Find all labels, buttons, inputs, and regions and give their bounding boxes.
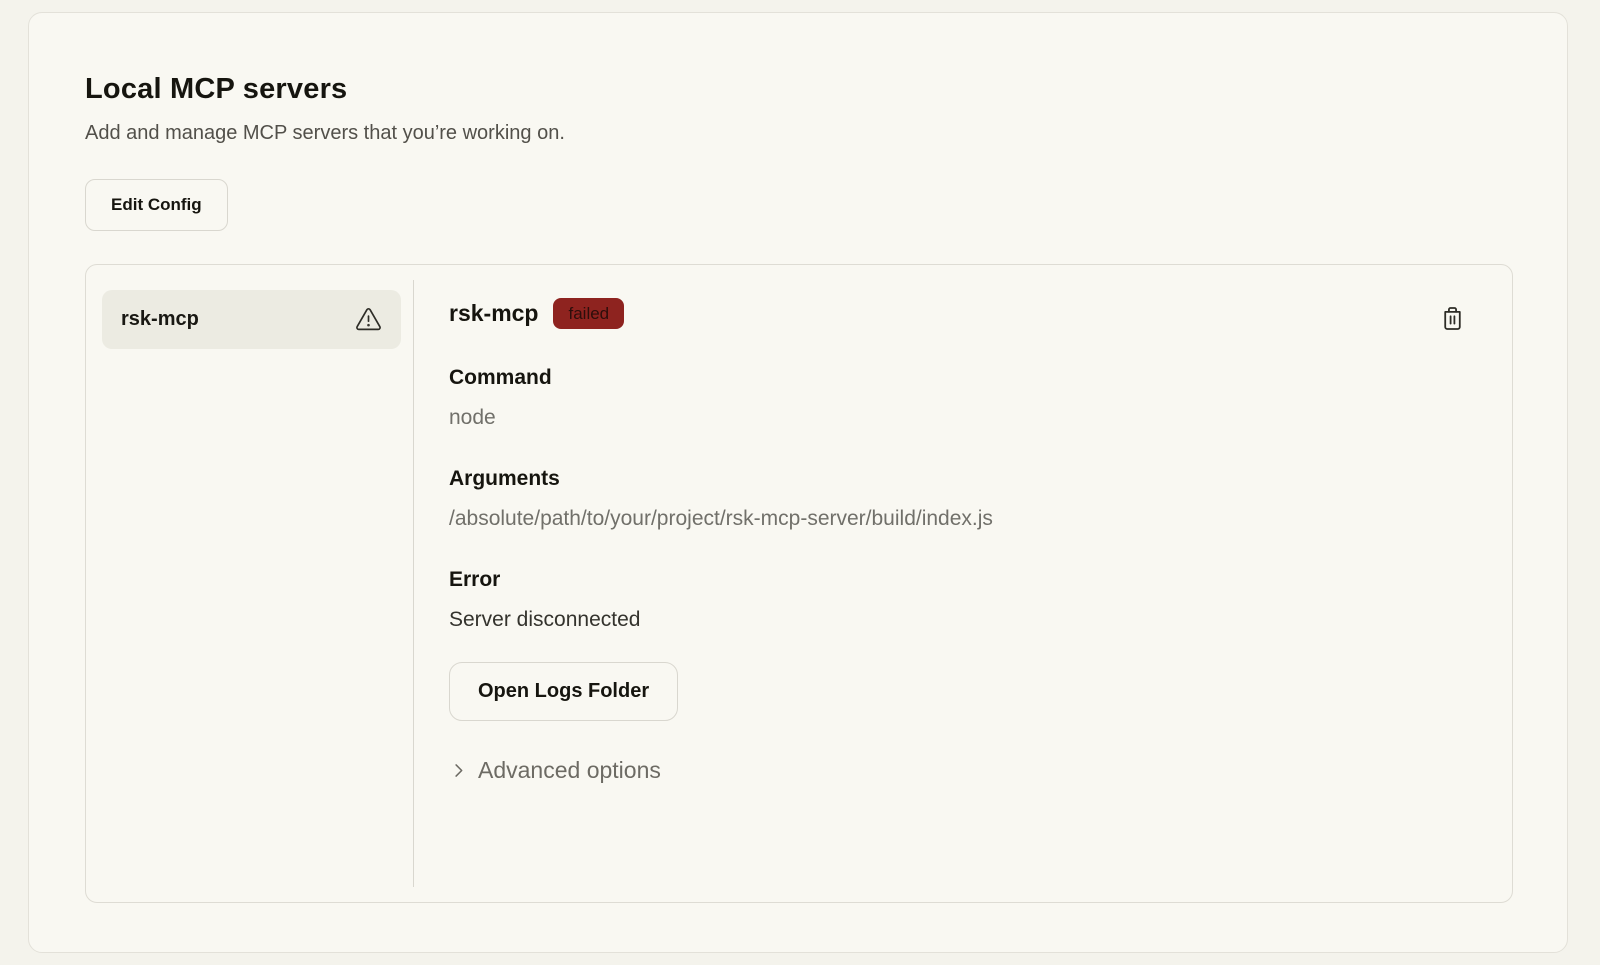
server-list-item-rsk-mcp[interactable]: rsk-mcp (102, 290, 401, 349)
field-value: /absolute/path/to/your/project/rsk-mcp-s… (449, 507, 1468, 531)
delete-server-button[interactable] (1437, 302, 1468, 334)
advanced-options-label: Advanced options (478, 757, 661, 784)
field-error: Error Server disconnected (449, 568, 1468, 632)
edit-config-button[interactable]: Edit Config (85, 179, 228, 231)
field-label: Error (449, 568, 1468, 592)
field-label: Arguments (449, 467, 1468, 491)
field-value: node (449, 406, 1468, 430)
server-list-item-label: rsk-mcp (121, 308, 199, 331)
trash-icon (1439, 304, 1466, 332)
chevron-right-icon (449, 761, 468, 780)
server-name: rsk-mcp (449, 300, 538, 327)
page-title: Local MCP servers (85, 73, 1511, 106)
server-panel: rsk-mcp rsk-mcp failed (85, 264, 1513, 903)
server-list-sidebar: rsk-mcp (86, 265, 414, 902)
advanced-options-toggle[interactable]: Advanced options (449, 757, 661, 784)
server-detail: rsk-mcp failed Command node Arg (414, 265, 1512, 902)
status-badge: failed (553, 298, 624, 329)
field-command: Command node (449, 366, 1468, 430)
field-value: Server disconnected (449, 608, 1468, 632)
field-arguments: Arguments /absolute/path/to/your/project… (449, 467, 1468, 531)
open-logs-folder-button[interactable]: Open Logs Folder (449, 662, 678, 721)
page-subtitle: Add and manage MCP servers that you’re w… (85, 122, 1511, 145)
settings-card: Local MCP servers Add and manage MCP ser… (28, 12, 1568, 953)
field-label: Command (449, 366, 1468, 390)
warning-icon (355, 307, 382, 332)
server-detail-header: rsk-mcp failed (449, 298, 1468, 329)
